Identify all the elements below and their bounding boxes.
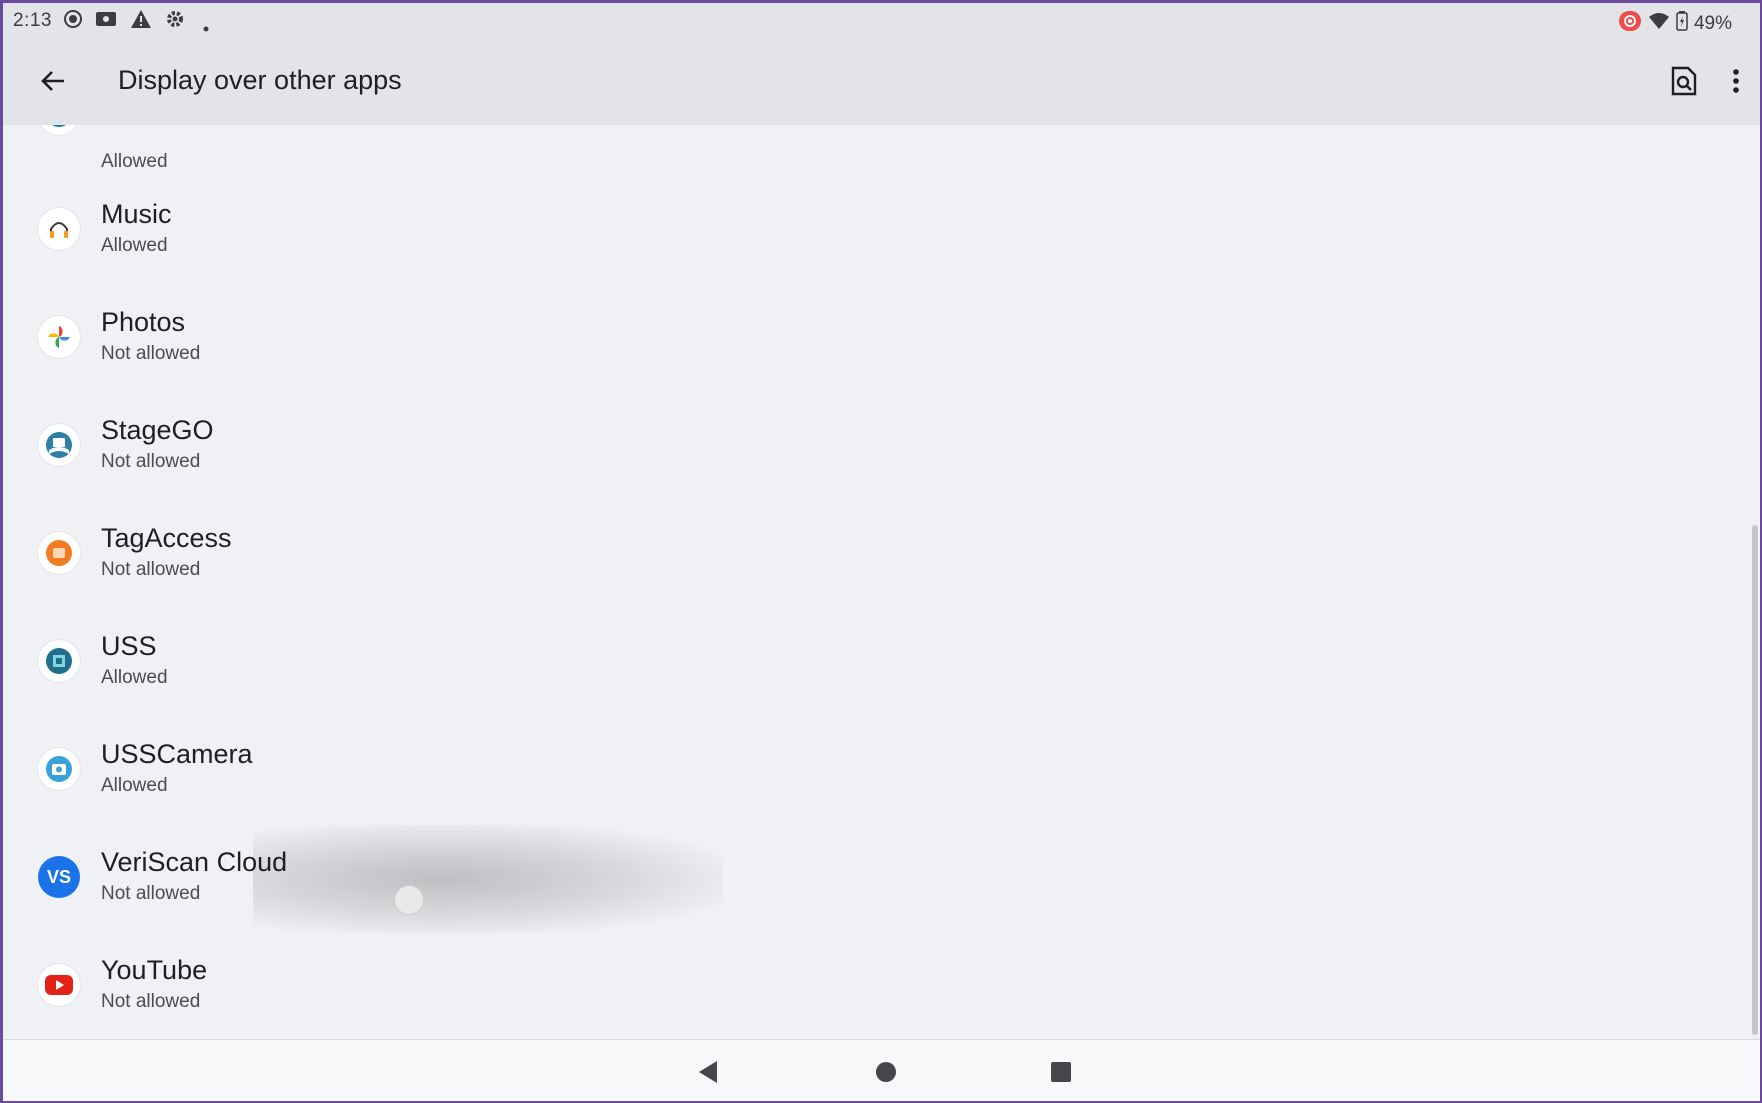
status-time: 2:13 bbox=[13, 10, 52, 31]
pinwheel-icon bbox=[38, 316, 80, 358]
battery-icon bbox=[1676, 11, 1688, 37]
nav-recents-icon bbox=[1051, 1062, 1071, 1082]
wifi-icon bbox=[1648, 12, 1670, 36]
list-item[interactable]: YouTube Not allowed bbox=[3, 933, 1760, 1040]
nav-recents-button[interactable] bbox=[1043, 1054, 1079, 1090]
list-item[interactable]: StageGO Not allowed bbox=[3, 393, 1760, 501]
more-vert-icon bbox=[1733, 69, 1739, 93]
search-button[interactable] bbox=[1664, 61, 1704, 101]
battery-level: 49% bbox=[1693, 13, 1732, 34]
veriscan-icon: VS bbox=[38, 856, 80, 898]
app-icon-partial bbox=[38, 125, 80, 135]
nav-back-icon bbox=[699, 1061, 717, 1083]
item-name: VeriScan Cloud bbox=[101, 847, 288, 877]
list-item[interactable]: TagAccess Not allowed bbox=[3, 501, 1760, 609]
item-status: Not allowed bbox=[101, 559, 201, 580]
item-status: Allowed bbox=[101, 235, 168, 256]
app-bar: Display over other apps bbox=[3, 37, 1760, 125]
screen-record-icon bbox=[63, 9, 83, 35]
status-bar: 2:13 49% bbox=[3, 3, 1760, 37]
veriscan-icon-text: VS bbox=[46, 866, 71, 887]
item-name: YouTube bbox=[101, 955, 208, 985]
item-status: Not allowed bbox=[101, 451, 201, 472]
nav-home-button[interactable] bbox=[868, 1054, 904, 1090]
record-indicator-icon bbox=[1618, 10, 1642, 38]
uss-icon bbox=[38, 640, 80, 682]
item-status: Not allowed bbox=[101, 343, 201, 364]
nav-home-icon bbox=[876, 1062, 896, 1082]
stagego-icon bbox=[38, 424, 80, 466]
item-name: TagAccess bbox=[101, 523, 232, 553]
more-options-button[interactable] bbox=[1716, 61, 1756, 101]
usscamera-icon bbox=[38, 748, 80, 790]
navigation-bar bbox=[3, 1039, 1760, 1101]
item-status: Allowed bbox=[101, 775, 168, 796]
nav-back-button[interactable] bbox=[690, 1054, 726, 1090]
item-name: USS bbox=[101, 631, 157, 661]
scrollbar[interactable] bbox=[1752, 525, 1758, 1035]
tagaccess-icon bbox=[38, 532, 80, 574]
list-item[interactable]: Music Allowed bbox=[3, 177, 1760, 285]
item-status: Allowed bbox=[101, 667, 168, 688]
dot-icon bbox=[203, 16, 209, 38]
settings-icon bbox=[165, 9, 185, 35]
screen: 2:13 49% Display over other apps Allowed… bbox=[3, 3, 1760, 1101]
page-title: Display over other apps bbox=[118, 65, 402, 95]
item-name: StageGO bbox=[101, 415, 214, 445]
cast-icon bbox=[95, 9, 117, 35]
app-list: Allowed Music Allowed Photos Not allowed… bbox=[3, 125, 1760, 1040]
item-name: USSCamera bbox=[101, 739, 253, 769]
list-item[interactable]: USS Allowed bbox=[3, 609, 1760, 717]
arrow-back-icon bbox=[41, 71, 64, 91]
back-button[interactable] bbox=[33, 61, 73, 101]
item-name: Photos bbox=[101, 307, 186, 337]
item-status: Allowed bbox=[101, 151, 168, 172]
status-right: 49% bbox=[1618, 10, 1732, 38]
item-status: Not allowed bbox=[101, 991, 201, 1012]
search-in-page-icon bbox=[1671, 66, 1697, 96]
list-item[interactable]: VS VeriScan Cloud Not allowed bbox=[3, 825, 1760, 933]
youtube-icon bbox=[38, 964, 80, 1006]
list-item[interactable]: USSCamera Allowed bbox=[3, 717, 1760, 825]
list-item[interactable]: Photos Not allowed bbox=[3, 285, 1760, 393]
item-name: Music bbox=[101, 199, 172, 229]
item-status: Not allowed bbox=[101, 883, 201, 904]
headphones-icon bbox=[38, 208, 80, 250]
warning-icon bbox=[130, 9, 152, 35]
